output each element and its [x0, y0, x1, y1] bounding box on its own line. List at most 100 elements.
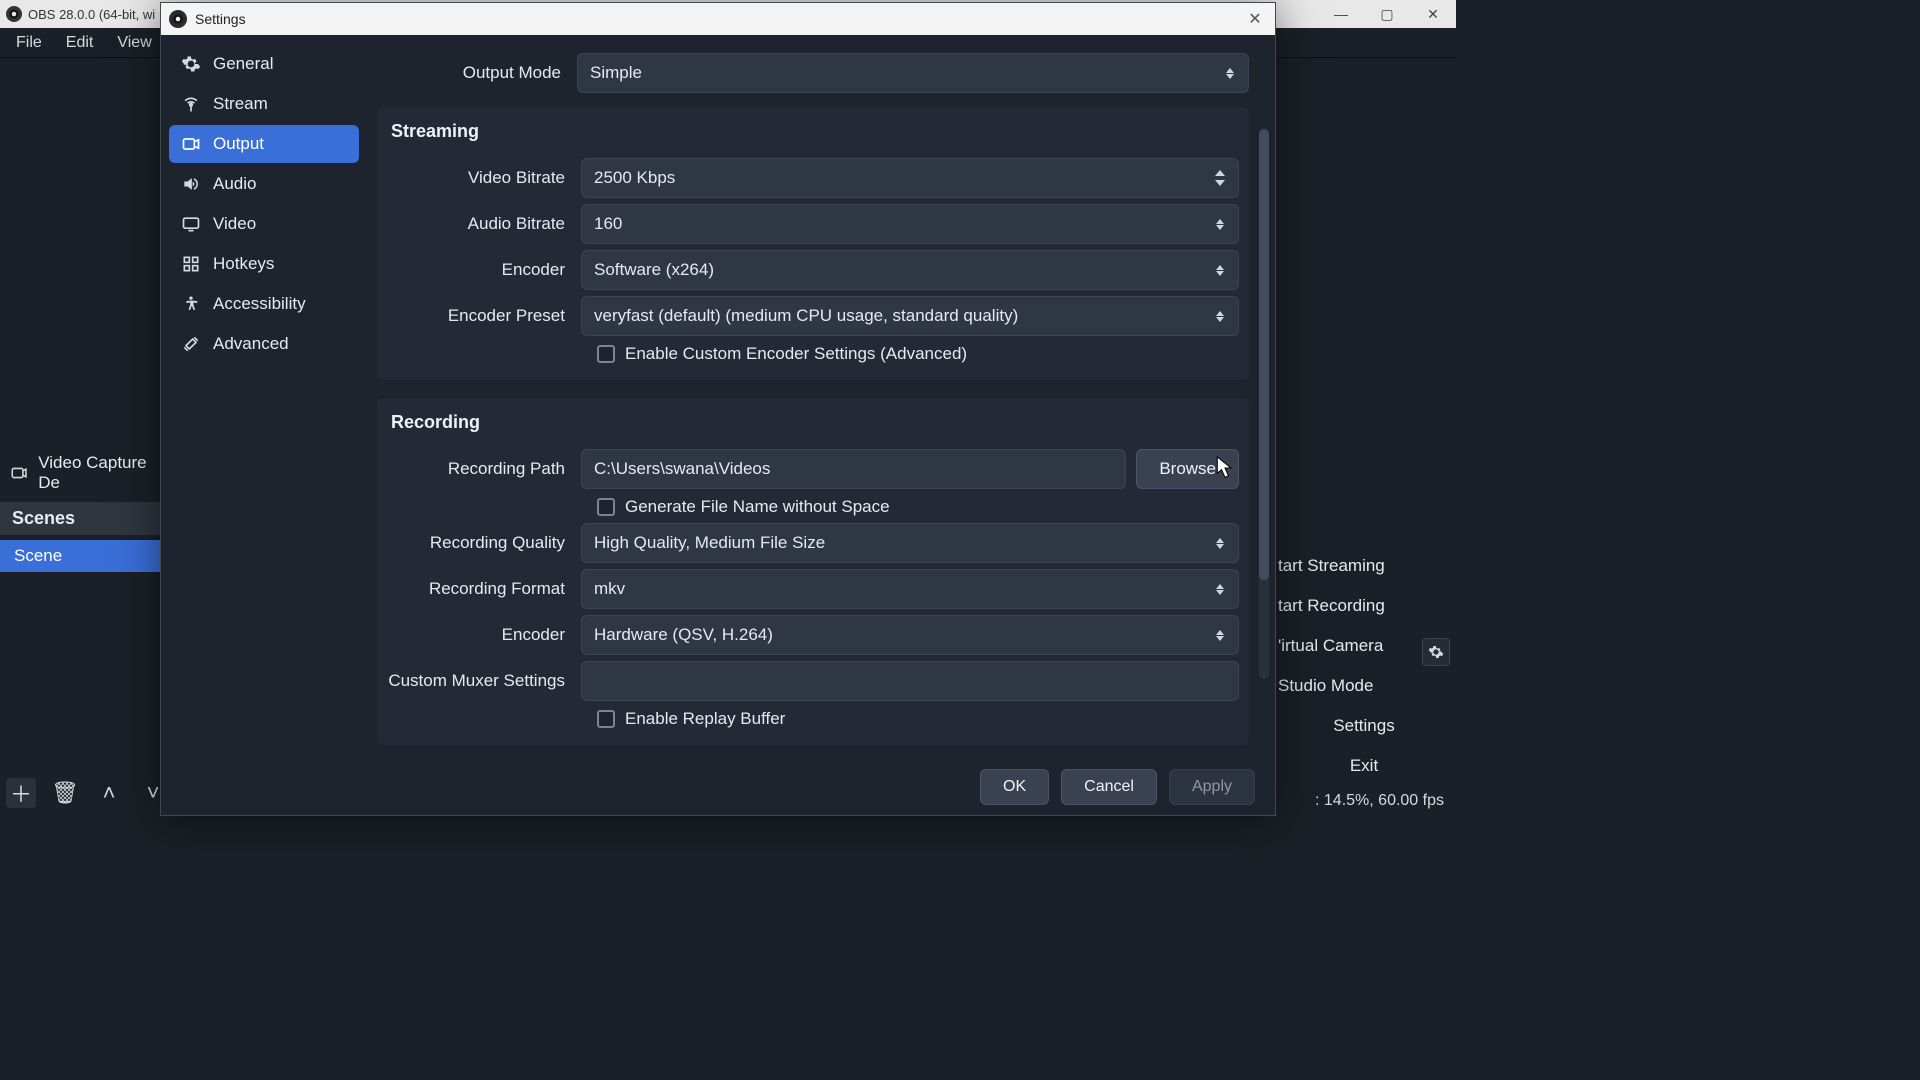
gear-icon — [181, 54, 201, 74]
video-bitrate-label: Video Bitrate — [387, 168, 581, 188]
streaming-encoder-value: Software (x264) — [594, 260, 714, 280]
sidebar-item-accessibility[interactable]: Accessibility — [169, 285, 359, 323]
sidebar-item-video[interactable]: Video — [169, 205, 359, 243]
maximize-button[interactable]: ▢ — [1364, 0, 1410, 28]
browse-label: Browse — [1159, 459, 1216, 479]
audio-bitrate-select[interactable]: 160 — [581, 204, 1239, 244]
sidebar-item-output[interactable]: Output — [169, 125, 359, 163]
sidebar-item-label: Audio — [213, 174, 256, 194]
studio-mode-button[interactable]: Studio Mode — [1276, 666, 1456, 706]
muxer-label: Custom Muxer Settings — [387, 671, 581, 691]
sidebar-item-label: Stream — [213, 94, 268, 114]
settings-content: Output Mode Simple Streaming Video Bitra… — [367, 35, 1275, 759]
recording-path-label: Recording Path — [387, 459, 581, 479]
output-mode-label: Output Mode — [377, 63, 577, 83]
custom-encoder-label: Enable Custom Encoder Settings (Advanced… — [625, 344, 967, 364]
content-scrollbar[interactable] — [1259, 129, 1269, 679]
recording-quality-label: Recording Quality — [387, 533, 581, 553]
settings-sidebar: General Stream Output Audio Video Hotkey… — [161, 35, 367, 759]
output-mode-value: Simple — [590, 63, 642, 83]
close-button[interactable]: ✕ — [1410, 0, 1456, 28]
recording-format-label: Recording Format — [387, 579, 581, 599]
nospace-label: Generate File Name without Space — [625, 497, 890, 517]
sidebar-item-stream[interactable]: Stream — [169, 85, 359, 123]
sidebar-item-hotkeys[interactable]: Hotkeys — [169, 245, 359, 283]
encoder-preset-select[interactable]: veryfast (default) (medium CPU usage, st… — [581, 296, 1239, 336]
recording-encoder-value: Hardware (QSV, H.264) — [594, 625, 773, 645]
sidebar-item-audio[interactable]: Audio — [169, 165, 359, 203]
chevron-updown-icon — [1210, 297, 1230, 335]
replay-buffer-checkbox-row[interactable]: Enable Replay Buffer — [597, 709, 1239, 729]
remove-scene-button[interactable]: 🗑 — [50, 778, 80, 808]
sidebar-item-general[interactable]: General — [169, 45, 359, 83]
nospace-checkbox-row[interactable]: Generate File Name without Space — [597, 497, 1239, 517]
start-streaming-button[interactable]: tart Streaming — [1276, 546, 1456, 586]
antenna-icon — [181, 94, 201, 114]
minimize-button[interactable]: — — [1318, 0, 1364, 28]
menu-file[interactable]: File — [6, 30, 52, 56]
dialog-title: Settings — [195, 11, 246, 27]
apply-button[interactable]: Apply — [1169, 769, 1255, 805]
video-bitrate-value: 2500 Kbps — [594, 168, 675, 188]
recording-section: Recording Recording Path C:\Users\swana\… — [377, 398, 1249, 745]
browse-button[interactable]: Browse — [1136, 449, 1239, 489]
sidebar-item-label: Output — [213, 134, 264, 154]
source-item-label: Video Capture De — [38, 453, 150, 493]
scrollbar-thumb[interactable] — [1259, 129, 1269, 580]
chevron-updown-icon — [1210, 616, 1230, 654]
output-mode-select[interactable]: Simple — [577, 53, 1249, 93]
streaming-title: Streaming — [387, 117, 1239, 152]
tools-icon — [181, 334, 201, 354]
add-scene-button[interactable]: ＋ — [6, 778, 36, 808]
accessibility-icon — [181, 294, 201, 314]
recording-path-input[interactable]: C:\Users\swana\Videos — [581, 449, 1126, 489]
speaker-icon — [181, 174, 201, 194]
recording-quality-value: High Quality, Medium File Size — [594, 533, 825, 553]
sources-panel: Video Capture De — [0, 445, 160, 501]
virtual-camera-settings-icon[interactable] — [1422, 638, 1450, 666]
menu-view[interactable]: View — [107, 30, 161, 56]
streaming-encoder-select[interactable]: Software (x264) — [581, 250, 1239, 290]
sidebar-item-label: Video — [213, 214, 256, 234]
recording-quality-select[interactable]: High Quality, Medium File Size — [581, 523, 1239, 563]
cancel-label: Cancel — [1084, 778, 1134, 796]
recording-encoder-label: Encoder — [387, 625, 581, 645]
status-bar: : 14.5%, 60.00 fps — [1309, 786, 1450, 816]
apply-label: Apply — [1192, 778, 1232, 796]
encoder-preset-label: Encoder Preset — [387, 306, 581, 326]
recording-encoder-select[interactable]: Hardware (QSV, H.264) — [581, 615, 1239, 655]
sidebar-item-advanced[interactable]: Advanced — [169, 325, 359, 363]
chevron-updown-icon — [1210, 205, 1230, 243]
obs-logo-icon — [6, 6, 22, 22]
custom-encoder-checkbox-row[interactable]: Enable Custom Encoder Settings (Advanced… — [597, 344, 1239, 364]
video-bitrate-spinner[interactable]: 2500 Kbps — [581, 158, 1239, 198]
ok-button[interactable]: OK — [980, 769, 1049, 805]
chevron-updown-icon — [1220, 54, 1240, 92]
settings-dialog: Settings ✕ General Stream Output Audio — [160, 2, 1276, 816]
ok-label: OK — [1003, 778, 1026, 796]
chevron-updown-icon — [1210, 524, 1230, 562]
obs-logo-icon — [169, 10, 187, 28]
cancel-button[interactable]: Cancel — [1061, 769, 1157, 805]
grid-icon — [181, 254, 201, 274]
streaming-encoder-label: Encoder — [387, 260, 581, 280]
recording-title: Recording — [387, 408, 1239, 443]
output-icon — [181, 134, 201, 154]
settings-button[interactable]: Settings — [1276, 706, 1456, 746]
audio-bitrate-value: 160 — [594, 214, 622, 234]
start-recording-button[interactable]: tart Recording — [1276, 586, 1456, 626]
recording-format-select[interactable]: mkv — [581, 569, 1239, 609]
dialog-titlebar: Settings ✕ — [161, 3, 1275, 35]
move-up-button[interactable]: ˄ — [94, 778, 124, 808]
dialog-close-button[interactable]: ✕ — [1241, 7, 1269, 31]
muxer-input[interactable] — [581, 661, 1239, 701]
menu-edit[interactable]: Edit — [56, 30, 104, 56]
exit-button[interactable]: Exit — [1276, 746, 1456, 786]
checkbox-icon — [597, 710, 615, 728]
dialog-footer: OK Cancel Apply — [161, 759, 1275, 815]
source-item[interactable]: Video Capture De — [0, 445, 160, 501]
scene-item[interactable]: Scene — [0, 540, 160, 572]
streaming-section: Streaming Video Bitrate 2500 Kbps Audio … — [377, 107, 1249, 380]
recording-path-value: C:\Users\swana\Videos — [594, 459, 770, 479]
sidebar-item-label: Hotkeys — [213, 254, 274, 274]
